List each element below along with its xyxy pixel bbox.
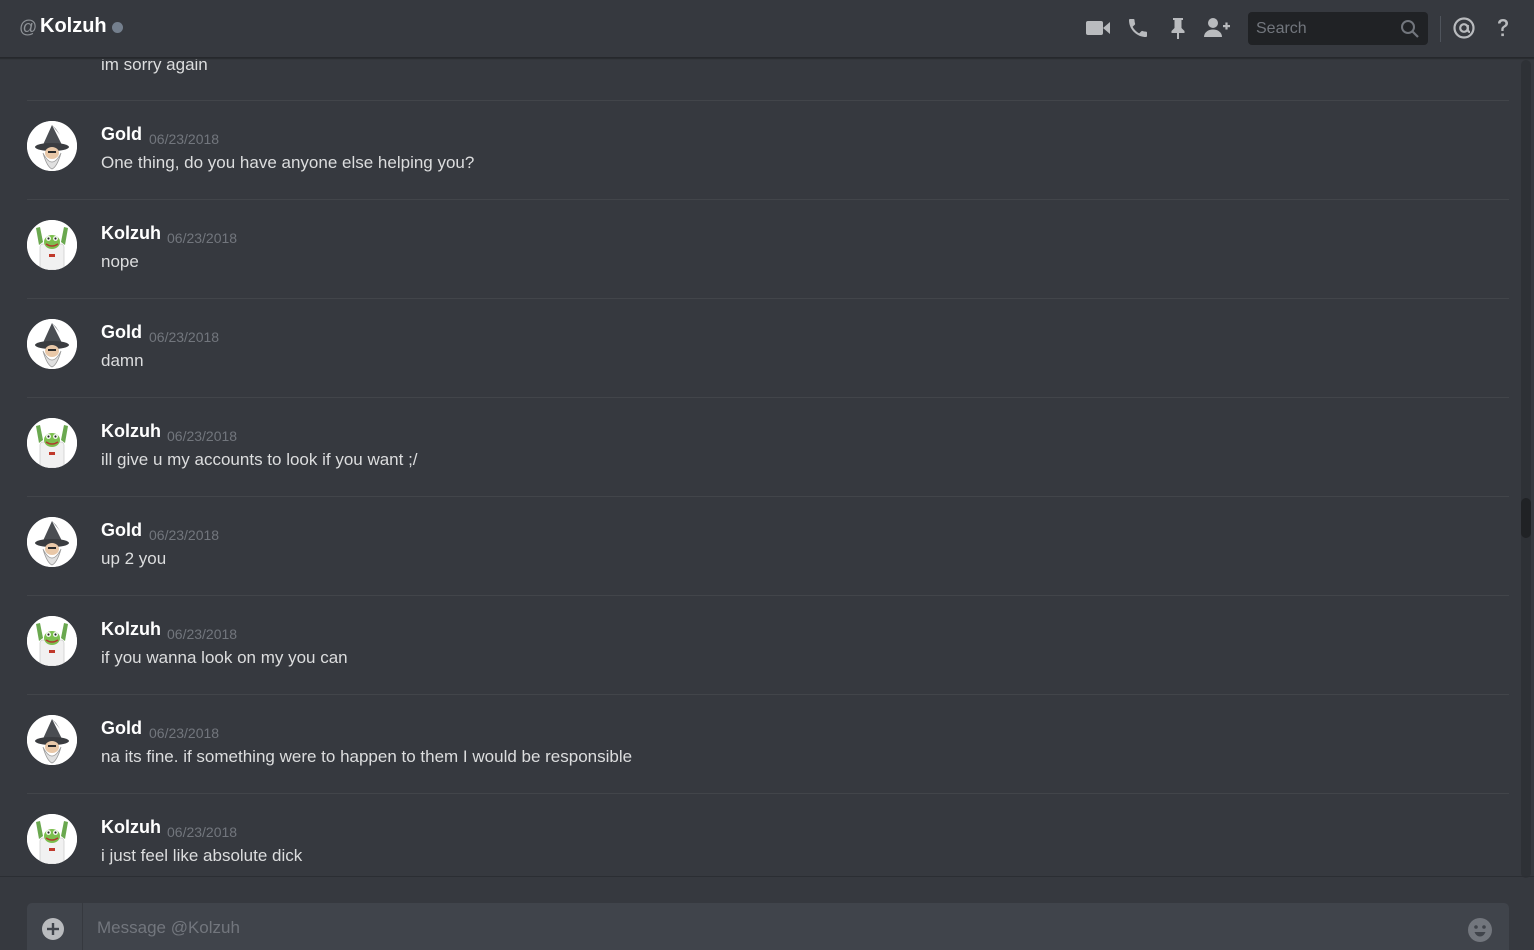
message-list[interactable]: im sorry again Gold 06/23/2018 One thing, … (0, 59, 1520, 877)
mention-icon (1453, 17, 1475, 39)
add-friend-icon (1204, 18, 1230, 37)
message-group: Gold 06/23/2018 na its fine. if something … (27, 694, 1509, 793)
search-box[interactable]: Search (1248, 12, 1428, 45)
wizard-avatar-icon (27, 319, 77, 369)
message-text: up 2 you (101, 549, 167, 568)
message-text: im sorry again (101, 59, 208, 74)
avatar[interactable] (27, 616, 77, 666)
channel-header: @ Kolzuh Search (0, 0, 1534, 58)
message-text: nope (101, 252, 139, 271)
message-input[interactable] (95, 913, 1459, 943)
avatar[interactable] (27, 121, 77, 171)
voice-call-button[interactable] (1124, 14, 1152, 42)
message-timestamp: 06/23/2018 (167, 824, 238, 840)
help-button[interactable] (1489, 14, 1517, 42)
composer-divider (82, 903, 83, 950)
message-author[interactable]: Gold (101, 322, 142, 343)
status-offline-indicator (112, 22, 123, 33)
message-group: Kolzuh 06/23/2018 ill give u my accounts t… (27, 397, 1509, 496)
upload-button[interactable] (41, 917, 65, 941)
message-author[interactable]: Gold (101, 520, 142, 541)
message-timestamp: 06/23/2018 (167, 230, 238, 246)
pin-icon (1171, 18, 1185, 39)
message-author[interactable]: Kolzuh (101, 223, 161, 244)
help-icon (1498, 19, 1508, 37)
video-call-button[interactable] (1084, 14, 1112, 42)
scrollbar-track[interactable] (1521, 60, 1531, 878)
message-author[interactable]: Kolzuh (101, 817, 161, 838)
message-text: damn (101, 351, 144, 370)
wizard-avatar-icon (27, 715, 77, 765)
video-camera-icon (1086, 21, 1110, 35)
avatar[interactable] (27, 220, 77, 270)
message-timestamp: 06/23/2018 (149, 725, 220, 741)
message-timestamp: 06/23/2018 (149, 131, 220, 147)
message-group: Kolzuh 06/23/2018 i just feel like absolut… (27, 793, 1509, 877)
frog-avatar-icon (27, 616, 77, 666)
message-group: Kolzuh 06/23/2018 if you wanna look on my … (27, 595, 1509, 694)
message-composer (27, 903, 1509, 950)
avatar[interactable] (27, 814, 77, 864)
message-timestamp: 06/23/2018 (149, 527, 220, 543)
frog-avatar-icon (27, 220, 77, 270)
header-divider (1440, 16, 1441, 42)
emoji-icon (1468, 918, 1492, 942)
avatar[interactable] (27, 319, 77, 369)
add-friend-button[interactable] (1203, 14, 1231, 42)
mentions-button[interactable] (1450, 14, 1478, 42)
frog-avatar-icon (27, 814, 77, 864)
message-text: ill give u my accounts to look if you wa… (101, 450, 418, 469)
message-group: Gold 06/23/2018 One thing, do you have any… (27, 100, 1509, 199)
dm-at-symbol: @ (19, 17, 38, 37)
message-group: Kolzuh 06/23/2018 nope (27, 199, 1509, 298)
message-timestamp: 06/23/2018 (167, 428, 238, 444)
search-placeholder: Search (1256, 20, 1307, 37)
message-text: if you wanna look on my you can (101, 648, 348, 667)
message-text: i just feel like absolute dick (101, 846, 303, 865)
message-text: na its fine. if something were to happen… (101, 747, 633, 766)
avatar[interactable] (27, 418, 77, 468)
search-icon (1401, 20, 1419, 38)
frog-avatar-icon (27, 418, 77, 468)
channel-title: Kolzuh (40, 15, 107, 37)
message-author[interactable]: Kolzuh (101, 421, 161, 442)
phone-icon (1129, 19, 1147, 37)
message-author[interactable]: Gold (101, 718, 142, 739)
avatar[interactable] (27, 715, 77, 765)
plus-circle-icon (42, 918, 64, 940)
scrollbar-thumb[interactable] (1521, 498, 1531, 538)
pinned-messages-button[interactable] (1164, 14, 1192, 42)
message-timestamp: 06/23/2018 (167, 626, 238, 642)
wizard-avatar-icon (27, 517, 77, 567)
emoji-picker-button[interactable] (1467, 917, 1493, 943)
message-text: One thing, do you have anyone else helpi… (101, 153, 475, 172)
message-list-bottom-border (0, 876, 1534, 877)
message-author[interactable]: Kolzuh (101, 619, 161, 640)
message-group: Gold 06/23/2018 damn (27, 298, 1509, 397)
avatar[interactable] (27, 517, 77, 567)
wizard-avatar-icon (27, 121, 77, 171)
message-timestamp: 06/23/2018 (149, 329, 220, 345)
message-group: Gold 06/23/2018 up 2 you (27, 496, 1509, 595)
message-author[interactable]: Gold (101, 124, 142, 145)
